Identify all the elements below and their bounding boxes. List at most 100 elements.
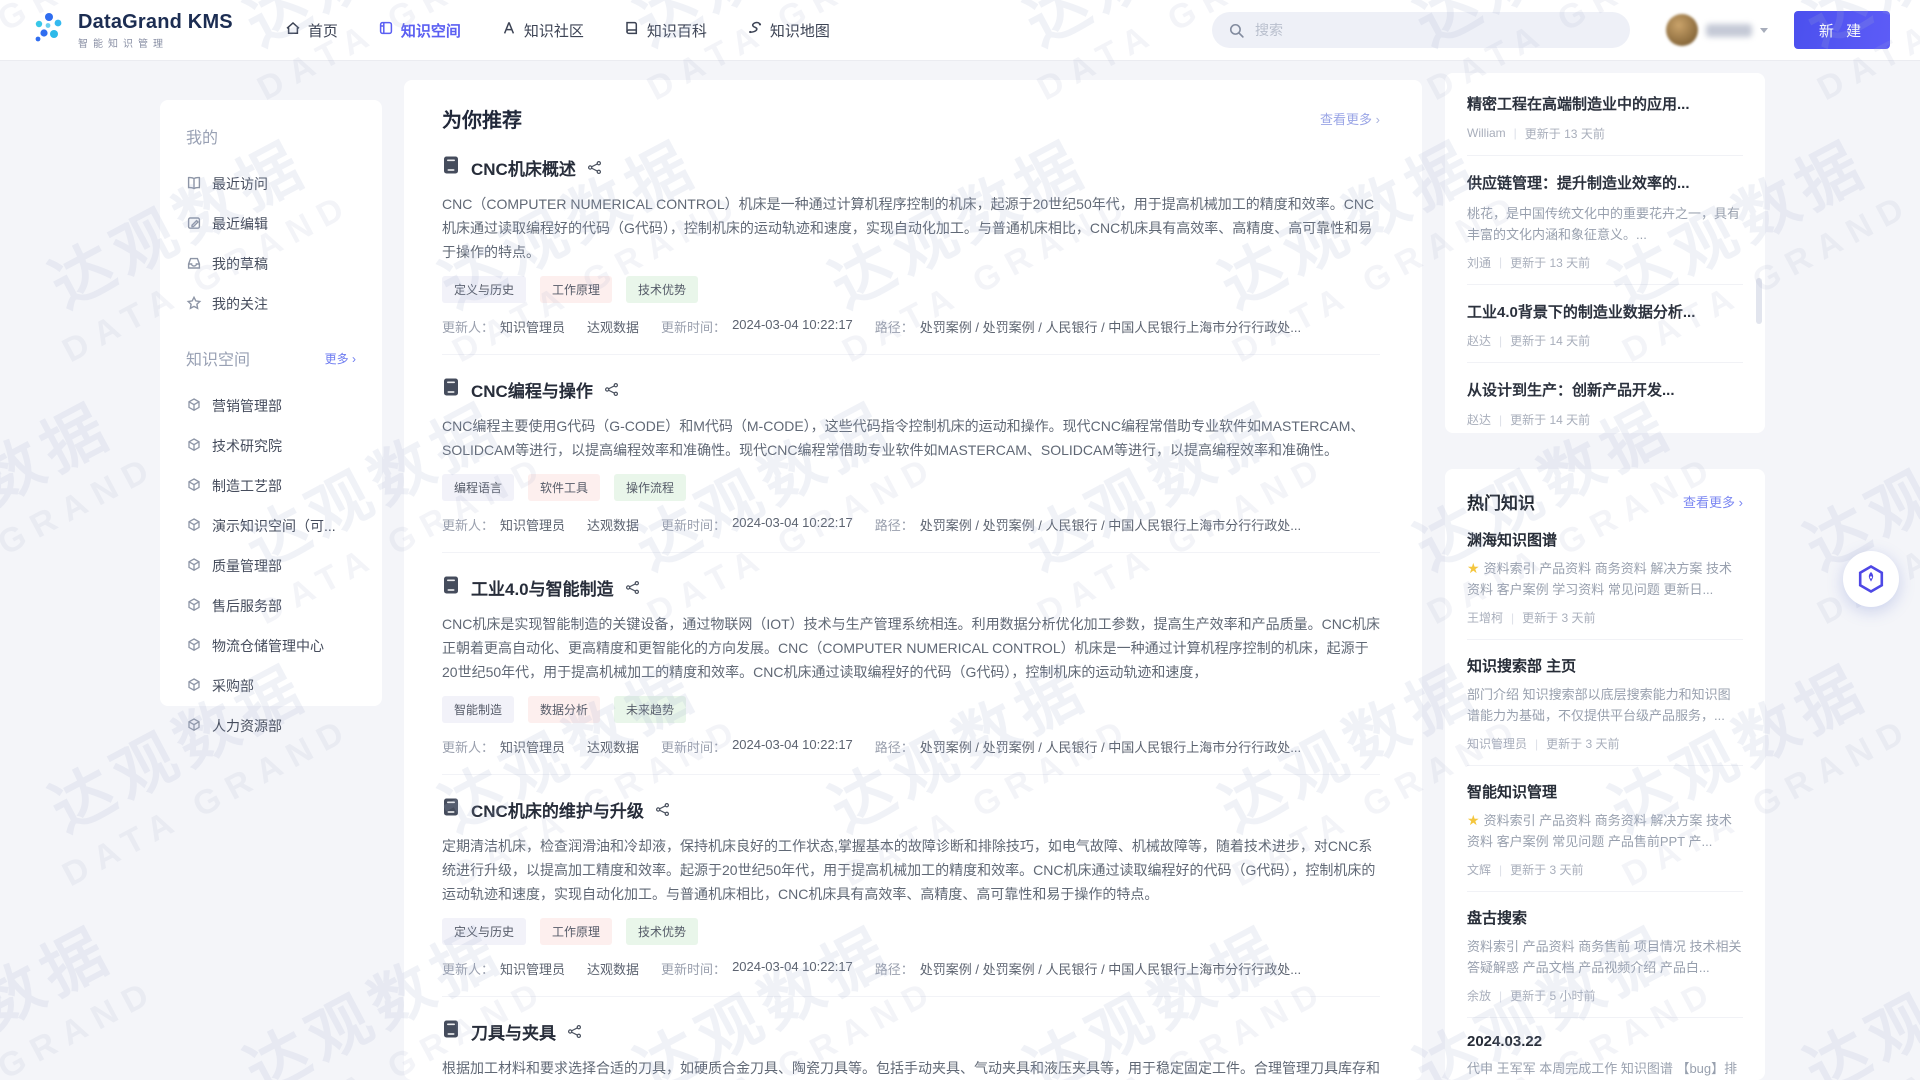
list-item: 盘古搜索 资料索引 产品资料 商务售前 项目情况 技术相关 答疑解惑 产品文档 … xyxy=(1467,892,1743,1018)
nav-item-knowledge-map[interactable]: 知识地图 xyxy=(747,20,830,41)
search-input[interactable] xyxy=(1255,22,1614,38)
sidebar-item-label: 物流仓储管理中心 xyxy=(212,636,324,656)
meta-path-link[interactable]: 处罚案例 / 处罚案例 / 人民银行 / 中国人民银行上海市分行行政处... xyxy=(920,959,1301,978)
article-tag[interactable]: 定义与历史 xyxy=(442,918,526,945)
feed-see-more-link[interactable]: 查看更多 xyxy=(1320,109,1380,128)
sidebar-space-item[interactable]: 质量管理部 xyxy=(186,546,356,586)
article-tag[interactable]: 编程语言 xyxy=(442,474,514,501)
author: 赵达 xyxy=(1467,332,1491,349)
share-icon[interactable] xyxy=(587,160,602,175)
avatar[interactable] xyxy=(1666,14,1698,46)
meta-label: 路径： xyxy=(875,737,914,756)
list-item: 精密工程在高端制造业中的应用... William|更新于 13 天前 xyxy=(1467,77,1743,156)
hot-item-title[interactable]: 渊海知识图谱 xyxy=(1467,529,1743,550)
nav-item-knowledge-community[interactable]: 知识社区 xyxy=(501,20,584,41)
share-icon[interactable] xyxy=(567,1024,582,1039)
article-tag[interactable]: 操作流程 xyxy=(614,474,686,501)
hot-item-desc: 代申 王军军 本周完成工作 知识图谱 【bug】排查并解决由于删除图谱时数据库为… xyxy=(1467,1061,1737,1080)
star-icon xyxy=(186,295,202,314)
spaces-more-link[interactable]: 更多 xyxy=(325,350,356,367)
sidebar-section-spaces: 知识空间 xyxy=(186,346,250,370)
sidebar-space-item[interactable]: 制造工艺部 xyxy=(186,466,356,506)
sidebar-space-item[interactable]: 采购部 xyxy=(186,666,356,706)
recommend-item-title[interactable]: 精密工程在高端制造业中的应用... xyxy=(1467,94,1743,116)
nav-item-knowledge-wiki[interactable]: 知识百科 xyxy=(624,20,707,41)
meta-time: 2024-03-04 10:22:17 xyxy=(732,959,853,978)
sidebar-space-item[interactable]: 售后服务部 xyxy=(186,586,356,626)
nav-item-label: 知识百科 xyxy=(647,20,707,41)
meta-path-link[interactable]: 处罚案例 / 处罚案例 / 人民银行 / 中国人民银行上海市分行行政处... xyxy=(920,515,1301,534)
nav-item-label: 首页 xyxy=(308,20,338,41)
hot-item-desc: 资料索引 产品资料 商务售前 项目情况 技术相关 答疑解惑 产品文档 产品视频介… xyxy=(1467,939,1741,975)
hot-item-title[interactable]: 智能知识管理 xyxy=(1467,781,1743,802)
article-title[interactable]: 工业4.0与智能制造 xyxy=(471,575,614,600)
brand-logo[interactable]: DataGrand KMS 智能知识管理 xyxy=(30,9,233,52)
article-tag[interactable]: 未来趋势 xyxy=(614,696,686,723)
sidebar-item-label: 最近编辑 xyxy=(212,214,268,234)
recommend-item-title[interactable]: 工业4.0背景下的制造业数据分析... xyxy=(1467,302,1743,324)
watermark-tile: 达观数据DATA GRAND xyxy=(0,890,164,1080)
article-tag[interactable]: 定义与历史 xyxy=(442,276,526,303)
share-icon[interactable] xyxy=(655,802,670,817)
scrollbar-thumb[interactable] xyxy=(1756,278,1762,324)
global-search[interactable] xyxy=(1212,12,1630,48)
article-title[interactable]: 刀具与夹具 xyxy=(471,1019,556,1044)
article-meta: 更新人：知识管理员达观数据 更新时间：2024-03-04 10:22:17 路… xyxy=(442,317,1380,336)
hot-item-title[interactable]: 2024.03.22 xyxy=(1467,1033,1743,1050)
meta-label: 路径： xyxy=(875,317,914,336)
meta-path-link[interactable]: 处罚案例 / 处罚案例 / 人民银行 / 中国人民银行上海市分行行政处... xyxy=(920,737,1301,756)
hot-item-title[interactable]: 盘古搜索 xyxy=(1467,907,1743,928)
sidebar-item-my-follows[interactable]: 我的关注 xyxy=(186,284,356,324)
sidebar-space-item[interactable]: 人力资源部 xyxy=(186,706,356,746)
author: William xyxy=(1467,126,1506,140)
sidebar-item-label: 我的关注 xyxy=(212,294,268,314)
article-tag[interactable]: 技术优势 xyxy=(626,918,698,945)
star-badge-icon: ★ xyxy=(1467,812,1480,828)
article-tag[interactable]: 技术优势 xyxy=(626,276,698,303)
article-title[interactable]: CNC编程与操作 xyxy=(471,377,593,402)
meta-path-link[interactable]: 处罚案例 / 处罚案例 / 人民银行 / 中国人民银行上海市分行行政处... xyxy=(920,317,1301,336)
sidebar-space-item[interactable]: 营销管理部 xyxy=(186,386,356,426)
hot-item-desc: 资料索引 产品资料 商务资料 解决方案 技术资料 客户案例 常见问题 产品售前P… xyxy=(1467,813,1732,849)
watermark-tile: 达观数据DATA GRAND xyxy=(1768,366,1920,633)
ai-assistant-floating-button[interactable] xyxy=(1843,551,1899,607)
sidebar-space-item[interactable]: 技术研究院 xyxy=(186,426,356,466)
user-menu[interactable] xyxy=(1666,14,1768,46)
sidebar-space-item[interactable]: 物流仓储管理中心 xyxy=(186,626,356,666)
search-icon xyxy=(1228,22,1245,39)
article-tag[interactable]: 数据分析 xyxy=(528,696,600,723)
book-open-icon xyxy=(186,175,202,194)
hot-item-desc: 部门介绍 知识搜索部以底层搜索能力和知识图谱能力为基础，不仅提供平台级产品服务，… xyxy=(1467,687,1731,723)
article-meta: 更新人：知识管理员达观数据 更新时间：2024-03-04 10:22:17 路… xyxy=(442,515,1380,534)
nav-item-knowledge-space[interactable]: 知识空间 xyxy=(378,20,461,41)
article-card: 刀具与夹具 根据加工材料和要求选择合适的刀具，如硬质合金刀具、陶瓷刀具等。包括手… xyxy=(442,997,1380,1080)
datagrand-dots-logo-icon xyxy=(30,9,68,52)
hexagon-pen-icon xyxy=(1856,564,1886,594)
watermark-tile: 达观数据DATA GRAND xyxy=(0,366,164,633)
hot-item-title[interactable]: 知识搜索部 主页 xyxy=(1467,655,1743,676)
meta-label: 路径： xyxy=(875,515,914,534)
sidebar-space-item[interactable]: 演示知识空间（可... xyxy=(186,506,356,546)
hot-see-more-link[interactable]: 查看更多 xyxy=(1683,492,1743,511)
article-tag[interactable]: 智能制造 xyxy=(442,696,514,723)
updated-time: 更新于 14 天前 xyxy=(1510,411,1590,428)
article-title[interactable]: CNC机床概述 xyxy=(471,155,576,180)
sidebar-item-recent-visits[interactable]: 最近访问 xyxy=(186,164,356,204)
edit-icon xyxy=(186,215,202,234)
recommend-item-title[interactable]: 供应链管理：提升制造业效率的... xyxy=(1467,173,1743,195)
sidebar-item-label: 技术研究院 xyxy=(212,436,282,456)
article-tag[interactable]: 工作原理 xyxy=(540,918,612,945)
article-tag[interactable]: 工作原理 xyxy=(540,276,612,303)
sidebar-item-recent-edits[interactable]: 最近编辑 xyxy=(186,204,356,244)
nav-item-home[interactable]: 首页 xyxy=(285,20,338,41)
star-badge-icon: ★ xyxy=(1467,560,1480,576)
meta-label: 路径： xyxy=(875,959,914,978)
article-title[interactable]: CNC机床的维护与升级 xyxy=(471,797,644,822)
recommend-item-title[interactable]: 从设计到生产：创新产品开发... xyxy=(1467,380,1743,402)
share-icon[interactable] xyxy=(604,382,619,397)
sidebar-item-my-drafts[interactable]: 我的草稿 xyxy=(186,244,356,284)
article-tag[interactable]: 软件工具 xyxy=(528,474,600,501)
meta-label: 更新时间： xyxy=(661,515,726,534)
new-button[interactable]: 新 建 xyxy=(1794,11,1890,49)
share-icon[interactable] xyxy=(625,580,640,595)
